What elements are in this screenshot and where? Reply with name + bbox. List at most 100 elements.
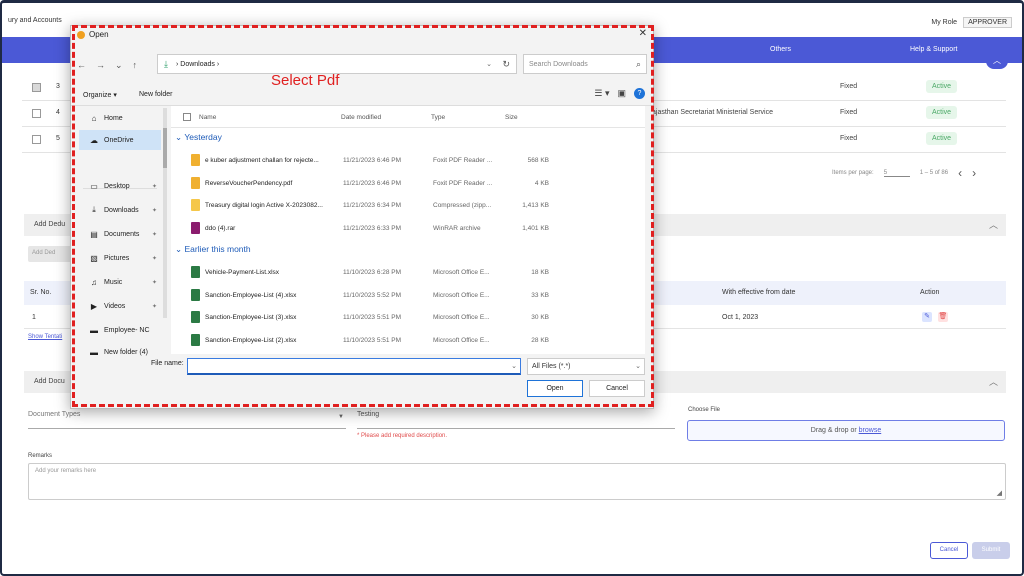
row-checkbox[interactable] bbox=[32, 109, 41, 118]
help-icon[interactable]: ? bbox=[634, 88, 645, 99]
sidebar-item-home[interactable]: ⌂ Home bbox=[79, 108, 161, 128]
folder-icon: ▬ bbox=[90, 347, 98, 357]
up-arrow-icon[interactable]: ↑ bbox=[133, 60, 138, 71]
forward-arrow-icon[interactable]: → bbox=[96, 60, 105, 71]
remarks-label: Remarks bbox=[28, 453, 53, 459]
cancel-button[interactable]: Cancel bbox=[930, 542, 968, 559]
file-type-select[interactable]: All Files (*.*) ⌄ bbox=[527, 358, 645, 375]
download-icon: ⤓ bbox=[92, 205, 96, 214]
address-bar[interactable]: ⤓ › Downloads › ⌄ ↻ bbox=[157, 54, 517, 74]
choose-file-label: Choose File bbox=[688, 407, 721, 413]
edit-icon[interactable]: ✎ bbox=[922, 312, 932, 322]
chevron-up-icon[interactable]: ︿ bbox=[989, 375, 998, 388]
sidebar-item-downloads[interactable]: ⤓ Downloads ✦ bbox=[79, 200, 161, 220]
sidebar-item-onedrive[interactable]: ☁ OneDrive bbox=[79, 130, 161, 150]
file-name-input[interactable]: ⌄ bbox=[187, 358, 521, 375]
nav-arrows: ← → ⌄ ↑ bbox=[77, 60, 137, 71]
dialog-toolbar: Organize ▾ New folder ☰ ▾ ▣ ? bbox=[71, 84, 653, 106]
next-page-icon[interactable]: › bbox=[972, 166, 976, 180]
recent-dropdown-icon[interactable]: ⌄ bbox=[115, 60, 123, 71]
sidebar-item-documents[interactable]: ▤ Documents ✦ bbox=[79, 224, 161, 244]
row-type: Fixed bbox=[840, 135, 858, 142]
status-badge: Active bbox=[926, 106, 958, 119]
sidebar-item-label: Desktop bbox=[104, 182, 130, 190]
nav-others[interactable]: Others bbox=[770, 46, 791, 53]
picture-icon: ▧ bbox=[90, 253, 98, 263]
sidebar-item-label: Downloads bbox=[104, 206, 139, 214]
xls-file-icon bbox=[191, 288, 200, 301]
list-item[interactable]: Treasury digital login Active X-2023082.… bbox=[171, 195, 645, 217]
per-page-select[interactable]: 5 bbox=[883, 170, 910, 177]
file-date: 11/21/2023 6:46 PM bbox=[343, 179, 402, 187]
sidebar-scrollbar[interactable] bbox=[163, 108, 167, 318]
col-date-modified[interactable]: Date modified bbox=[341, 114, 381, 121]
preview-pane-icon[interactable]: ▣ bbox=[617, 88, 626, 99]
list-item[interactable]: Vehicle-Payment-List.xlsx 11/10/2023 6:28… bbox=[171, 262, 645, 284]
cloud-icon: ☁ bbox=[90, 135, 98, 145]
resize-grip-icon[interactable]: ◢ bbox=[997, 489, 1002, 497]
col-action: Action bbox=[920, 289, 940, 296]
home-icon: ⌂ bbox=[91, 113, 97, 123]
col-type[interactable]: Type bbox=[431, 114, 445, 121]
file-date: 11/21/2023 6:46 PM bbox=[343, 157, 402, 164]
list-item[interactable]: Sanction-Employee-List (3).xlsx 11/10/202… bbox=[171, 307, 645, 329]
group-header[interactable]: ⌄ Yesterday bbox=[175, 132, 222, 143]
role-selector[interactable]: My Role APPROVER bbox=[931, 17, 1012, 28]
sidebar-item-pictures[interactable]: ▧ Pictures ✦ bbox=[79, 248, 161, 268]
browse-link[interactable]: browse bbox=[859, 427, 882, 434]
new-folder-button[interactable]: New folder bbox=[139, 91, 172, 98]
close-icon[interactable]: ✕ bbox=[639, 28, 647, 39]
row-checkbox[interactable] bbox=[32, 135, 41, 144]
refresh-icon[interactable]: ↻ bbox=[502, 59, 510, 70]
delete-icon[interactable]: 🗑 bbox=[938, 312, 948, 322]
pin-icon: ✦ bbox=[151, 279, 157, 286]
document-type-select[interactable]: Document Types ▼ bbox=[28, 411, 346, 429]
role-value[interactable]: APPROVER bbox=[963, 17, 1012, 28]
scroll-thumb[interactable] bbox=[163, 128, 167, 168]
select-all-checkbox[interactable] bbox=[183, 113, 191, 121]
nav-help-support[interactable]: Help & Support bbox=[910, 46, 957, 53]
col-name[interactable]: Name bbox=[199, 114, 216, 121]
list-item[interactable]: Sanction-Employee-List (2).xlsx 11/10/202… bbox=[171, 330, 645, 352]
show-tentative-link[interactable]: Show Tentati bbox=[28, 334, 62, 340]
back-arrow-icon[interactable]: ← bbox=[77, 60, 86, 71]
submit-button[interactable]: Submit bbox=[972, 542, 1010, 559]
sidebar-item-videos[interactable]: ▶ Videos ✦ bbox=[79, 296, 161, 316]
list-item[interactable]: Sanction-Employee-List (4).xlsx 11/10/202… bbox=[171, 285, 645, 307]
chevron-down-icon[interactable]: ⌄ bbox=[511, 362, 517, 370]
open-button[interactable]: Open bbox=[527, 380, 583, 397]
organize-menu[interactable]: Organize ▾ bbox=[83, 91, 117, 99]
file-size: 28 KB bbox=[531, 336, 549, 344]
file-type-value: All Files (*.*) bbox=[532, 363, 571, 370]
search-input[interactable]: Search Downloads ⌕ bbox=[523, 54, 647, 74]
list-item[interactable]: ddo (4).rar 11/21/2023 6:33 PM WinRAR arch… bbox=[171, 218, 645, 240]
sidebar-item-desktop[interactable]: ▭ Desktop ✦ bbox=[79, 176, 161, 196]
chevron-down-icon[interactable]: ⌄ bbox=[486, 60, 492, 68]
description-input[interactable]: Testing bbox=[357, 411, 675, 429]
remarks-textarea[interactable]: Add your remarks here ◢ bbox=[28, 463, 1006, 500]
paginator: Items per page: 5 1 – 5 of 86 ‹ › bbox=[832, 166, 976, 180]
list-item[interactable]: e kuber adjustment challan for rejecte..… bbox=[171, 150, 645, 172]
dialog-cancel-button[interactable]: Cancel bbox=[589, 380, 645, 397]
group-header[interactable]: ⌄ Earlier this month bbox=[175, 244, 251, 255]
prev-page-icon[interactable]: ‹ bbox=[958, 166, 962, 180]
xls-file-icon bbox=[191, 333, 200, 346]
items-per-page-label: Items per page: bbox=[832, 170, 874, 176]
page-range: 1 – 5 of 86 bbox=[919, 170, 949, 176]
sidebar-item-music[interactable]: ♫ Music ✦ bbox=[79, 272, 161, 292]
col-size[interactable]: Size bbox=[505, 114, 518, 121]
file-list-header: Name Date modified Type Size bbox=[171, 106, 645, 128]
xls-file-icon bbox=[191, 311, 200, 323]
download-icon: ⤓ bbox=[164, 59, 168, 69]
file-size: 4 KB bbox=[534, 179, 549, 187]
sidebar-item-new-folder-4[interactable]: ▬ New folder (4) bbox=[79, 342, 161, 362]
row-checkbox[interactable] bbox=[32, 83, 41, 92]
file-name: Sanction-Employee-List (2).xlsx bbox=[205, 336, 297, 344]
sidebar-item-employee-nc[interactable]: ▬ Employee- NC bbox=[79, 320, 161, 340]
view-options-icon[interactable]: ☰ ▾ bbox=[594, 88, 609, 99]
collapse-chevron-icon[interactable]: ︿ bbox=[986, 55, 1008, 69]
chevron-up-icon[interactable]: ︿ bbox=[989, 218, 998, 231]
pin-icon: ✦ bbox=[151, 303, 157, 310]
file-dropzone[interactable]: Drag & drop or browse bbox=[687, 420, 1005, 441]
list-item[interactable]: ReverseVoucherPendency.pdf 11/21/2023 6:4… bbox=[171, 173, 645, 195]
